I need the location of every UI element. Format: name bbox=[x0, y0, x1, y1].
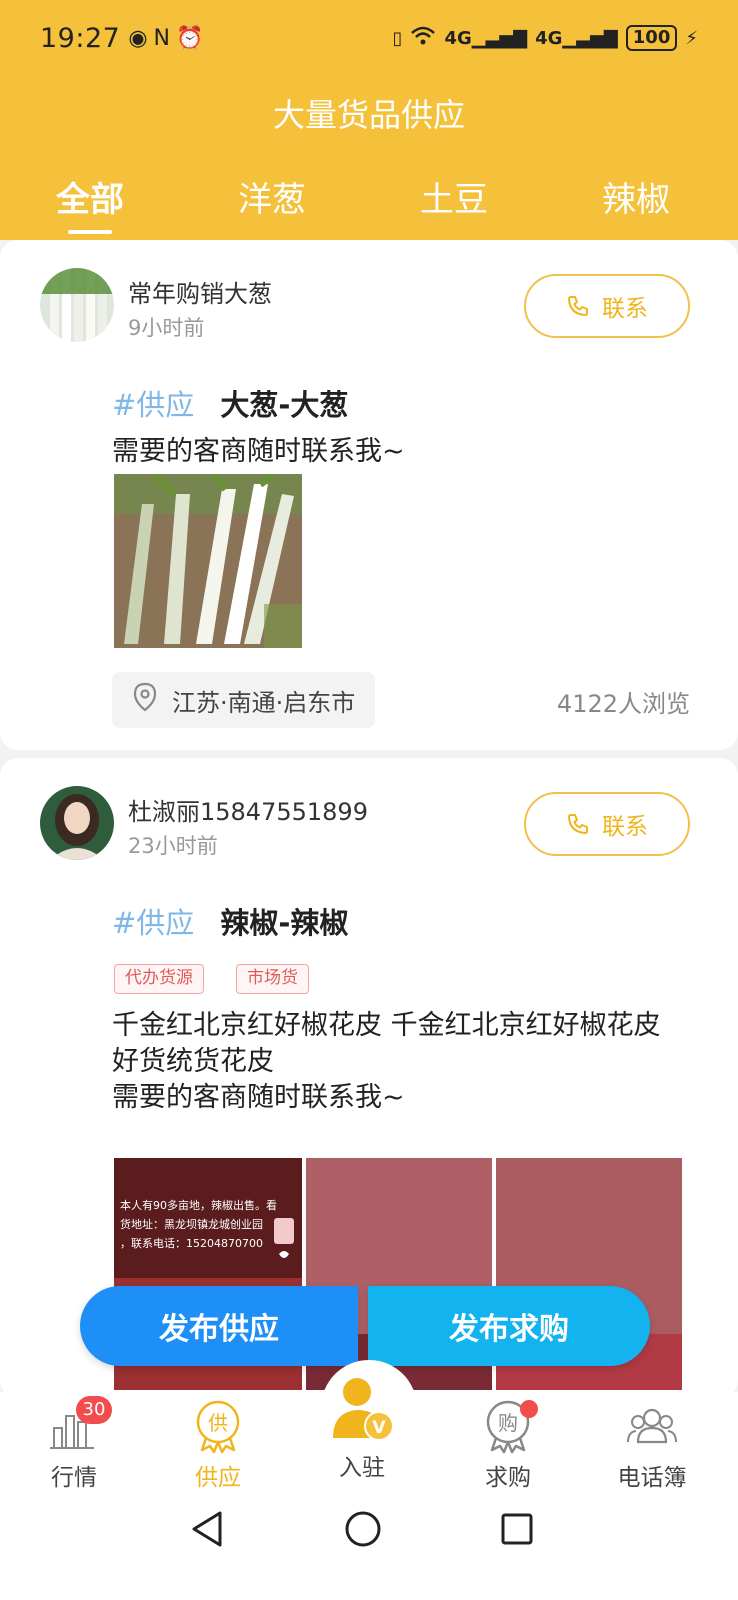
tab-pepper[interactable]: 辣椒 bbox=[602, 172, 670, 221]
post-time: 9小时前 bbox=[128, 316, 205, 340]
user-name[interactable]: 常年购销大葱 bbox=[128, 274, 272, 309]
nav-market[interactable]: 30 行情 bbox=[14, 1392, 134, 1492]
contact-button[interactable]: 联系 bbox=[524, 274, 690, 338]
post-description: 需要的客商随时联系我~ bbox=[112, 436, 405, 467]
category-tabs: 全部 洋葱 土豆 辣椒 bbox=[0, 172, 738, 234]
tab-onion[interactable]: 洋葱 bbox=[238, 172, 306, 221]
contact-button[interactable]: 联系 bbox=[524, 792, 690, 856]
contacts-icon bbox=[624, 1398, 680, 1454]
publish-demand-button[interactable]: 发布求购 bbox=[368, 1286, 650, 1366]
tab-potato[interactable]: 土豆 bbox=[420, 172, 488, 221]
post-heading: #供应 辣椒-辣椒 bbox=[112, 900, 348, 942]
notification-dot bbox=[520, 1400, 538, 1418]
active-tab-indicator bbox=[68, 230, 112, 234]
nav-join[interactable]: V 入驻 bbox=[302, 1378, 422, 1482]
description-line: 千金红北京红好椒花皮 千金红北京红好椒花皮 bbox=[112, 1010, 661, 1041]
battery-icon: 100 bbox=[625, 25, 678, 51]
badge-agent-source: 代办货源 bbox=[114, 964, 204, 994]
nav-label: 电话簿 bbox=[617, 1465, 687, 1491]
back-icon[interactable] bbox=[190, 1510, 224, 1552]
svg-text:V: V bbox=[372, 1418, 386, 1438]
status-bar: 19:27 ◉ N ⏰ ▯ 4G▁▃▅▇ 4G▁▃▅▇ 100 ⚡ bbox=[40, 18, 698, 58]
avatar[interactable] bbox=[40, 786, 114, 860]
nav-label: 供应 bbox=[195, 1465, 241, 1491]
post-time: 23小时前 bbox=[128, 834, 218, 858]
system-nav-bar bbox=[0, 1492, 738, 1600]
location-text: 江苏·南通·启东市 bbox=[172, 688, 356, 717]
product-title: 大葱-大葱 bbox=[220, 388, 349, 422]
bar-chart-icon: 30 bbox=[46, 1396, 112, 1454]
post-heading: #供应 大葱-大葱 bbox=[112, 382, 348, 424]
signal-icon-2: 4G▁▃▅▇ bbox=[535, 27, 618, 49]
wifi-icon bbox=[410, 25, 436, 52]
avatar[interactable] bbox=[40, 268, 114, 342]
phone-icon bbox=[566, 294, 590, 318]
badge-market-goods: 市场货 bbox=[236, 964, 309, 994]
publish-supply-button[interactable]: 发布供应 bbox=[80, 1286, 358, 1366]
status-time: 19:27 bbox=[40, 22, 121, 54]
product-title: 辣椒-辣椒 bbox=[220, 906, 349, 940]
home-icon[interactable] bbox=[344, 1510, 382, 1552]
nav-supply[interactable]: 供 供应 bbox=[158, 1392, 278, 1492]
nav-phonebook[interactable]: 电话簿 bbox=[592, 1392, 712, 1492]
photo-overlay-text: 本人有90多亩地，辣椒出售。看 货地址：黑龙坝镇龙城创业园 ，联系电话：1520… bbox=[120, 1199, 277, 1250]
location-chip[interactable]: 江苏·南通·启东市 bbox=[112, 672, 376, 728]
tab-all[interactable]: 全部 bbox=[56, 172, 124, 221]
post-description: 千金红北京红好椒花皮 千金红北京红好椒花皮 好货统货花皮 需要的客商随时联系我~ bbox=[112, 1008, 688, 1116]
eye-icon: ◉ bbox=[128, 25, 148, 51]
status-icons-right: ▯ 4G▁▃▅▇ 4G▁▃▅▇ 100 ⚡ bbox=[393, 25, 698, 52]
page-title: 大量货品供应 bbox=[272, 96, 465, 134]
post-card[interactable]: 常年购销大葱 9小时前 联系 #供应 大葱-大葱 需要的客商随时联系我~ 江苏·… bbox=[0, 240, 738, 750]
alarm-icon: ⏰ bbox=[175, 25, 204, 51]
status-icons-left: ◉ N ⏰ bbox=[128, 26, 203, 51]
contact-label: 联系 bbox=[602, 814, 648, 840]
view-count: 4122人浏览 bbox=[556, 690, 690, 718]
nav-label: 行情 bbox=[51, 1465, 97, 1491]
svg-text:购: 购 bbox=[498, 1411, 518, 1435]
notification-count-badge: 30 bbox=[76, 1396, 112, 1424]
bottom-nav: 30 行情 供 供应 V 入驻 购 求购 电话簿 bbox=[0, 1378, 738, 1492]
nav-label: 入驻 bbox=[339, 1455, 385, 1481]
supply-tag[interactable]: #供应 bbox=[112, 382, 194, 424]
phone-icon bbox=[566, 812, 590, 836]
app-header: 19:27 ◉ N ⏰ ▯ 4G▁▃▅▇ 4G▁▃▅▇ 100 ⚡ 大量货品供应… bbox=[0, 0, 738, 240]
nfc-icon: N bbox=[153, 25, 170, 51]
signal-icon-1: 4G▁▃▅▇ bbox=[444, 27, 528, 49]
description-line: 好货统货花皮 bbox=[112, 1046, 274, 1077]
post-photo[interactable] bbox=[114, 474, 302, 648]
user-name[interactable]: 杜淑丽15847551899 bbox=[128, 792, 368, 827]
description-line: 需要的客商随时联系我~ bbox=[112, 1082, 405, 1113]
charging-icon: ⚡ bbox=[685, 27, 698, 49]
vibrate-icon: ▯ bbox=[392, 27, 403, 49]
location-pin-icon bbox=[132, 682, 158, 718]
supply-badge-icon: 供 bbox=[190, 1398, 246, 1454]
nav-purchase[interactable]: 购 求购 bbox=[448, 1392, 568, 1492]
user-vip-icon: V bbox=[329, 1374, 395, 1444]
supply-tag[interactable]: #供应 bbox=[112, 900, 194, 942]
recents-icon[interactable] bbox=[500, 1512, 534, 1550]
contact-label: 联系 bbox=[602, 296, 648, 322]
nav-label: 求购 bbox=[485, 1465, 531, 1491]
purchase-badge-icon: 购 bbox=[480, 1398, 538, 1454]
svg-text:供: 供 bbox=[208, 1411, 228, 1435]
